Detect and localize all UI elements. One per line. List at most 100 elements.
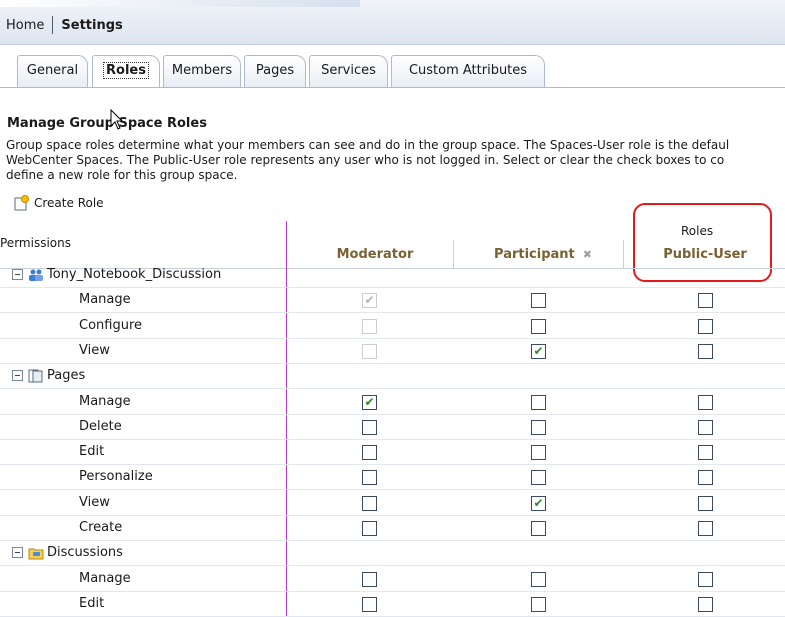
- section-title: Manage Group Space Roles: [7, 116, 207, 131]
- permission-row: Edit: [0, 440, 785, 466]
- tab-general[interactable]: General: [17, 55, 88, 87]
- permission-label: Manage: [79, 393, 131, 409]
- permission-row: Configure: [0, 314, 785, 339]
- permission-checkbox-moderator[interactable]: [362, 571, 377, 587]
- breadcrumb: Home Settings: [6, 16, 123, 34]
- permission-checkbox-participant[interactable]: [531, 445, 546, 461]
- permission-label: Edit: [79, 595, 105, 611]
- permission-checkbox-participant[interactable]: [531, 470, 546, 486]
- permission-checkbox-moderator[interactable]: [362, 495, 377, 511]
- app-header: Home Settings: [0, 0, 785, 45]
- permission-checkbox-moderator: [362, 343, 377, 359]
- tab-label: Services: [321, 63, 376, 78]
- permission-label: Configure: [79, 317, 143, 333]
- permission-label: Delete: [79, 418, 122, 434]
- permission-row: View: [0, 491, 785, 516]
- permission-label: Edit: [79, 444, 105, 460]
- permission-label: View: [79, 494, 110, 510]
- group-label: Discussions: [12, 545, 123, 560]
- permission-checkbox-public-user[interactable]: [698, 394, 713, 410]
- create-role-button[interactable]: Create Role: [14, 195, 104, 211]
- group-row: Tony_Notebook_Discussion: [0, 263, 785, 288]
- permission-checkbox-participant[interactable]: [531, 596, 546, 612]
- group-label: Tony_Notebook_Discussion: [12, 267, 221, 282]
- breadcrumb-home-link[interactable]: Home: [6, 18, 44, 33]
- column-header-label: Participant: [494, 247, 575, 262]
- permission-row: Manage: [0, 567, 785, 592]
- permission-row: Delete: [0, 415, 785, 440]
- tab-services[interactable]: Services: [309, 55, 388, 87]
- permission-checkbox-public-user[interactable]: [698, 318, 713, 334]
- section-description: Group space roles determine what your me…: [6, 138, 785, 183]
- permission-checkbox-participant[interactable]: [531, 343, 546, 359]
- permission-label: Personalize: [79, 469, 153, 485]
- permission-checkbox-public-user[interactable]: [698, 293, 713, 309]
- tab-custom-attributes[interactable]: Custom Attributes: [391, 55, 545, 87]
- permission-checkbox-moderator: [362, 293, 377, 309]
- description-line: WebCenter Spaces. The Public-User role r…: [6, 153, 725, 167]
- permission-checkbox-participant[interactable]: [531, 394, 546, 410]
- permission-checkbox-public-user[interactable]: [698, 343, 713, 359]
- permission-checkbox-public-user[interactable]: [698, 445, 713, 461]
- tab-pages[interactable]: Pages: [244, 55, 306, 87]
- tab-label: General: [26, 63, 79, 78]
- permission-checkbox-moderator[interactable]: [362, 445, 377, 461]
- permissions-header: Permissions: [0, 236, 71, 250]
- permission-checkbox-participant[interactable]: [531, 571, 546, 587]
- tab-roles[interactable]: Roles: [92, 55, 160, 87]
- permission-checkbox-participant[interactable]: [531, 293, 546, 309]
- permission-row: View: [0, 339, 785, 364]
- permission-row: Manage: [0, 288, 785, 314]
- collapse-icon[interactable]: [12, 269, 23, 280]
- tab-label: Custom Attributes: [408, 63, 528, 78]
- description-line: Group space roles determine what your me…: [6, 138, 730, 152]
- pages-icon: [28, 369, 44, 383]
- permission-checkbox-moderator[interactable]: [362, 521, 377, 536]
- create-role-icon: [14, 195, 30, 211]
- permission-row: Personalize: [0, 465, 785, 491]
- mouse-pointer-icon: [110, 108, 124, 135]
- tab-label: Roles: [103, 62, 149, 79]
- permission-checkbox-public-user[interactable]: [698, 571, 713, 587]
- tab-label: Members: [171, 63, 233, 78]
- permission-row: Create: [0, 516, 785, 541]
- permission-checkbox-public-user[interactable]: [698, 596, 713, 612]
- column-header-public-user[interactable]: Public-User: [640, 247, 770, 262]
- permission-checkbox-participant[interactable]: [531, 318, 546, 334]
- permission-checkbox-public-user[interactable]: [698, 470, 713, 486]
- group-row: Discussions: [0, 541, 785, 567]
- permission-row: Edit: [0, 592, 785, 617]
- settings-tabs: General Roles Members Pages Services Cus…: [0, 55, 785, 88]
- group-name: Pages: [47, 368, 86, 384]
- header-glow: [0, 0, 360, 7]
- group-row: Pages: [0, 364, 785, 390]
- permission-checkbox-participant[interactable]: [531, 521, 546, 536]
- permission-checkbox-moderator: [362, 318, 377, 334]
- permission-label: Manage: [79, 292, 131, 308]
- remove-role-icon[interactable]: ✖: [583, 248, 592, 261]
- permission-label: Manage: [79, 570, 131, 586]
- tab-label: Pages: [255, 63, 295, 78]
- permission-checkbox-public-user[interactable]: [698, 419, 713, 435]
- group-space-icon: [28, 268, 44, 282]
- permission-checkbox-moderator[interactable]: [362, 470, 377, 486]
- column-header-moderator[interactable]: Moderator: [310, 247, 440, 262]
- permission-label: Create: [79, 520, 123, 535]
- permission-checkbox-public-user[interactable]: [698, 495, 713, 511]
- column-header-participant[interactable]: Participant ✖: [468, 247, 618, 262]
- permission-row: Manage: [0, 390, 785, 415]
- group-name: Discussions: [47, 545, 123, 561]
- permission-checkbox-participant[interactable]: [531, 419, 546, 435]
- description-line: define a new role for this group space.: [6, 168, 238, 182]
- collapse-icon[interactable]: [12, 547, 23, 559]
- permission-checkbox-moderator[interactable]: [362, 394, 377, 410]
- permission-checkbox-moderator[interactable]: [362, 419, 377, 435]
- tab-members[interactable]: Members: [163, 55, 241, 87]
- permission-checkbox-public-user[interactable]: [698, 521, 713, 536]
- collapse-icon[interactable]: [12, 370, 23, 382]
- discussions-folder-icon: [28, 546, 44, 560]
- permission-checkbox-participant[interactable]: [531, 495, 546, 511]
- roles-header: Roles: [681, 224, 714, 238]
- breadcrumb-current: Settings: [61, 17, 123, 33]
- permission-checkbox-moderator[interactable]: [362, 596, 377, 612]
